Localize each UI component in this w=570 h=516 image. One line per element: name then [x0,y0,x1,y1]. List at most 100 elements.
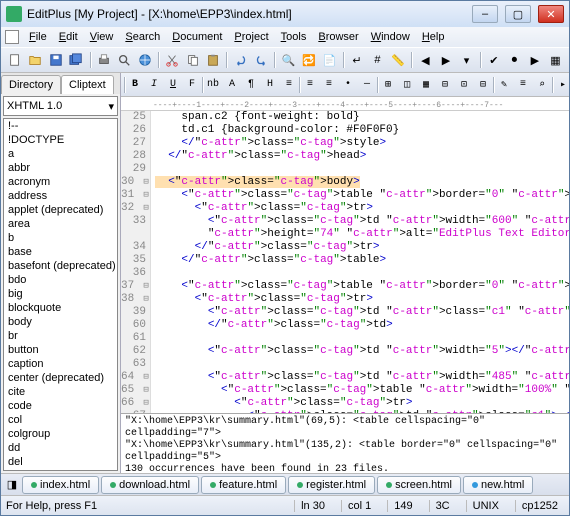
cut-button[interactable] [162,50,182,70]
htmlbar-btn-22[interactable]: ▸ [554,76,569,94]
linenumber-button[interactable]: # [368,50,388,70]
htmlbar-btn-15[interactable]: ▦ [417,76,435,94]
replace-button[interactable]: 🔁 [299,50,319,70]
cliptext-item[interactable]: code [4,399,117,413]
cliptext-item[interactable]: area [4,217,117,231]
cliptext-item[interactable]: applet (deprecated) [4,203,117,217]
htmlbar-btn-6[interactable]: ¶ [242,76,260,94]
htmlbar-btn-8[interactable]: ≡ [280,76,298,94]
htmlbar-btn-11[interactable]: • [339,76,357,94]
window-list-button[interactable]: ▾ [457,50,477,70]
htmlbar-btn-20[interactable]: ≡ [514,76,532,94]
save-button[interactable] [46,50,66,70]
grid-button[interactable]: ▦ [546,50,566,70]
cliptext-item[interactable]: b [4,231,117,245]
menu-project[interactable]: Project [228,29,274,45]
htmlbar-btn-10[interactable]: ≡ [320,76,338,94]
spell-check-button[interactable]: ✔ [484,50,504,70]
htmlbar-btn-5[interactable]: A [223,76,241,94]
cliptext-item[interactable]: !-- [4,119,117,133]
cliptext-item[interactable]: br [4,329,117,343]
cliptext-item[interactable]: blockquote [4,301,117,315]
undo-button[interactable] [231,50,251,70]
menu-search[interactable]: Search [119,29,166,45]
minimize-button[interactable]: – [472,5,498,23]
code-editor[interactable]: 252627282930 ⊟31 ⊟32 ⊟3334353637 ⊟38 ⊟39… [121,111,569,413]
menu-view[interactable]: View [84,29,120,45]
browser-button[interactable] [135,50,155,70]
wordwrap-button[interactable]: ↵ [347,50,367,70]
output-toggle[interactable]: ◨ [4,477,20,493]
htmlbar-btn-9[interactable]: ≡ [301,76,319,94]
redo-button[interactable] [251,50,271,70]
cliptext-item[interactable]: button [4,343,117,357]
htmlbar-btn-0[interactable]: B [126,76,144,94]
record-button[interactable]: ⏺ [505,50,525,70]
cliptext-item[interactable]: col [4,413,117,427]
copy-button[interactable] [183,50,203,70]
htmlbar-btn-21[interactable]: ⌕ [533,76,551,94]
menu-window[interactable]: Window [365,29,416,45]
cliptext-list[interactable]: !--!DOCTYPEaabbracronymaddressapplet (de… [3,118,118,471]
cliptext-item[interactable]: center (deprecated) [4,371,117,385]
htmlbar-btn-7[interactable]: H [261,76,279,94]
htmlbar-btn-16[interactable]: ⊟ [436,76,454,94]
paste-button[interactable] [203,50,223,70]
tab-directory[interactable]: Directory [1,75,61,94]
file-tab[interactable]: new.html [463,476,533,494]
print-button[interactable] [94,50,114,70]
code-content[interactable]: span.c2 {font-weight: bold} td.c1 {backg… [151,111,569,413]
cliptext-item[interactable]: basefont (deprecated) [4,259,117,273]
menu-file[interactable]: File [23,29,53,45]
menu-help[interactable]: Help [416,29,451,45]
file-tab[interactable]: index.html [22,476,99,494]
htmlbar-btn-2[interactable]: U [164,76,182,94]
preview-button[interactable] [115,50,135,70]
cliptext-item[interactable]: base [4,245,117,259]
close-button[interactable]: ✕ [538,5,564,23]
cliptext-item[interactable]: dfn [4,469,117,471]
save-all-button[interactable] [67,50,87,70]
cliptext-item[interactable]: colgroup [4,427,117,441]
cliptext-item[interactable]: dd [4,441,117,455]
htmlbar-btn-12[interactable]: — [358,76,376,94]
file-tab[interactable]: download.html [101,476,199,494]
new-file-button[interactable] [5,50,25,70]
htmlbar-btn-1[interactable]: I [145,76,163,94]
ruler-button[interactable]: 📏 [388,50,408,70]
cliptext-item[interactable]: address [4,189,117,203]
htmlbar-btn-14[interactable]: ◫ [398,76,416,94]
file-tab[interactable]: feature.html [201,476,286,494]
htmlbar-btn-18[interactable]: ⊟ [474,76,492,94]
cliptext-item[interactable]: del [4,455,117,469]
cliptext-item[interactable]: body [4,315,117,329]
find-button[interactable]: 🔍 [279,50,299,70]
htmlbar-btn-19[interactable]: ✎ [495,76,513,94]
menu-document[interactable]: Document [166,29,228,45]
maximize-button[interactable]: ▢ [505,5,531,23]
cliptext-item[interactable]: big [4,287,117,301]
menu-browser[interactable]: Browser [312,29,364,45]
cliptext-item[interactable]: cite [4,385,117,399]
open-file-button[interactable] [26,50,46,70]
htmlbar-btn-17[interactable]: ⊡ [455,76,473,94]
play-button[interactable]: ▶ [525,50,545,70]
file-tab[interactable]: register.html [288,476,375,494]
menu-tools[interactable]: Tools [275,29,313,45]
cliptext-item[interactable]: !DOCTYPE [4,133,117,147]
menu-edit[interactable]: Edit [53,29,84,45]
htmlbar-btn-13[interactable]: ⊞ [379,76,397,94]
next-window-button[interactable]: ▶ [436,50,456,70]
cliptext-item[interactable]: caption [4,357,117,371]
cliptext-item[interactable]: a [4,147,117,161]
output-panel[interactable]: "X:\home\EPP3\kr\summary.html"(69,5): <t… [121,413,569,473]
cliptext-selector[interactable]: XHTML 1.0 ▾ [3,96,118,116]
prev-window-button[interactable]: ◀ [416,50,436,70]
tab-cliptext[interactable]: Cliptext [61,75,114,94]
cliptext-item[interactable]: bdo [4,273,117,287]
file-tab[interactable]: screen.html [377,476,461,494]
htmlbar-btn-3[interactable]: F [183,76,201,94]
htmlbar-btn-4[interactable]: nb [204,76,222,94]
find-files-button[interactable]: 📄 [320,50,340,70]
cliptext-item[interactable]: abbr [4,161,117,175]
